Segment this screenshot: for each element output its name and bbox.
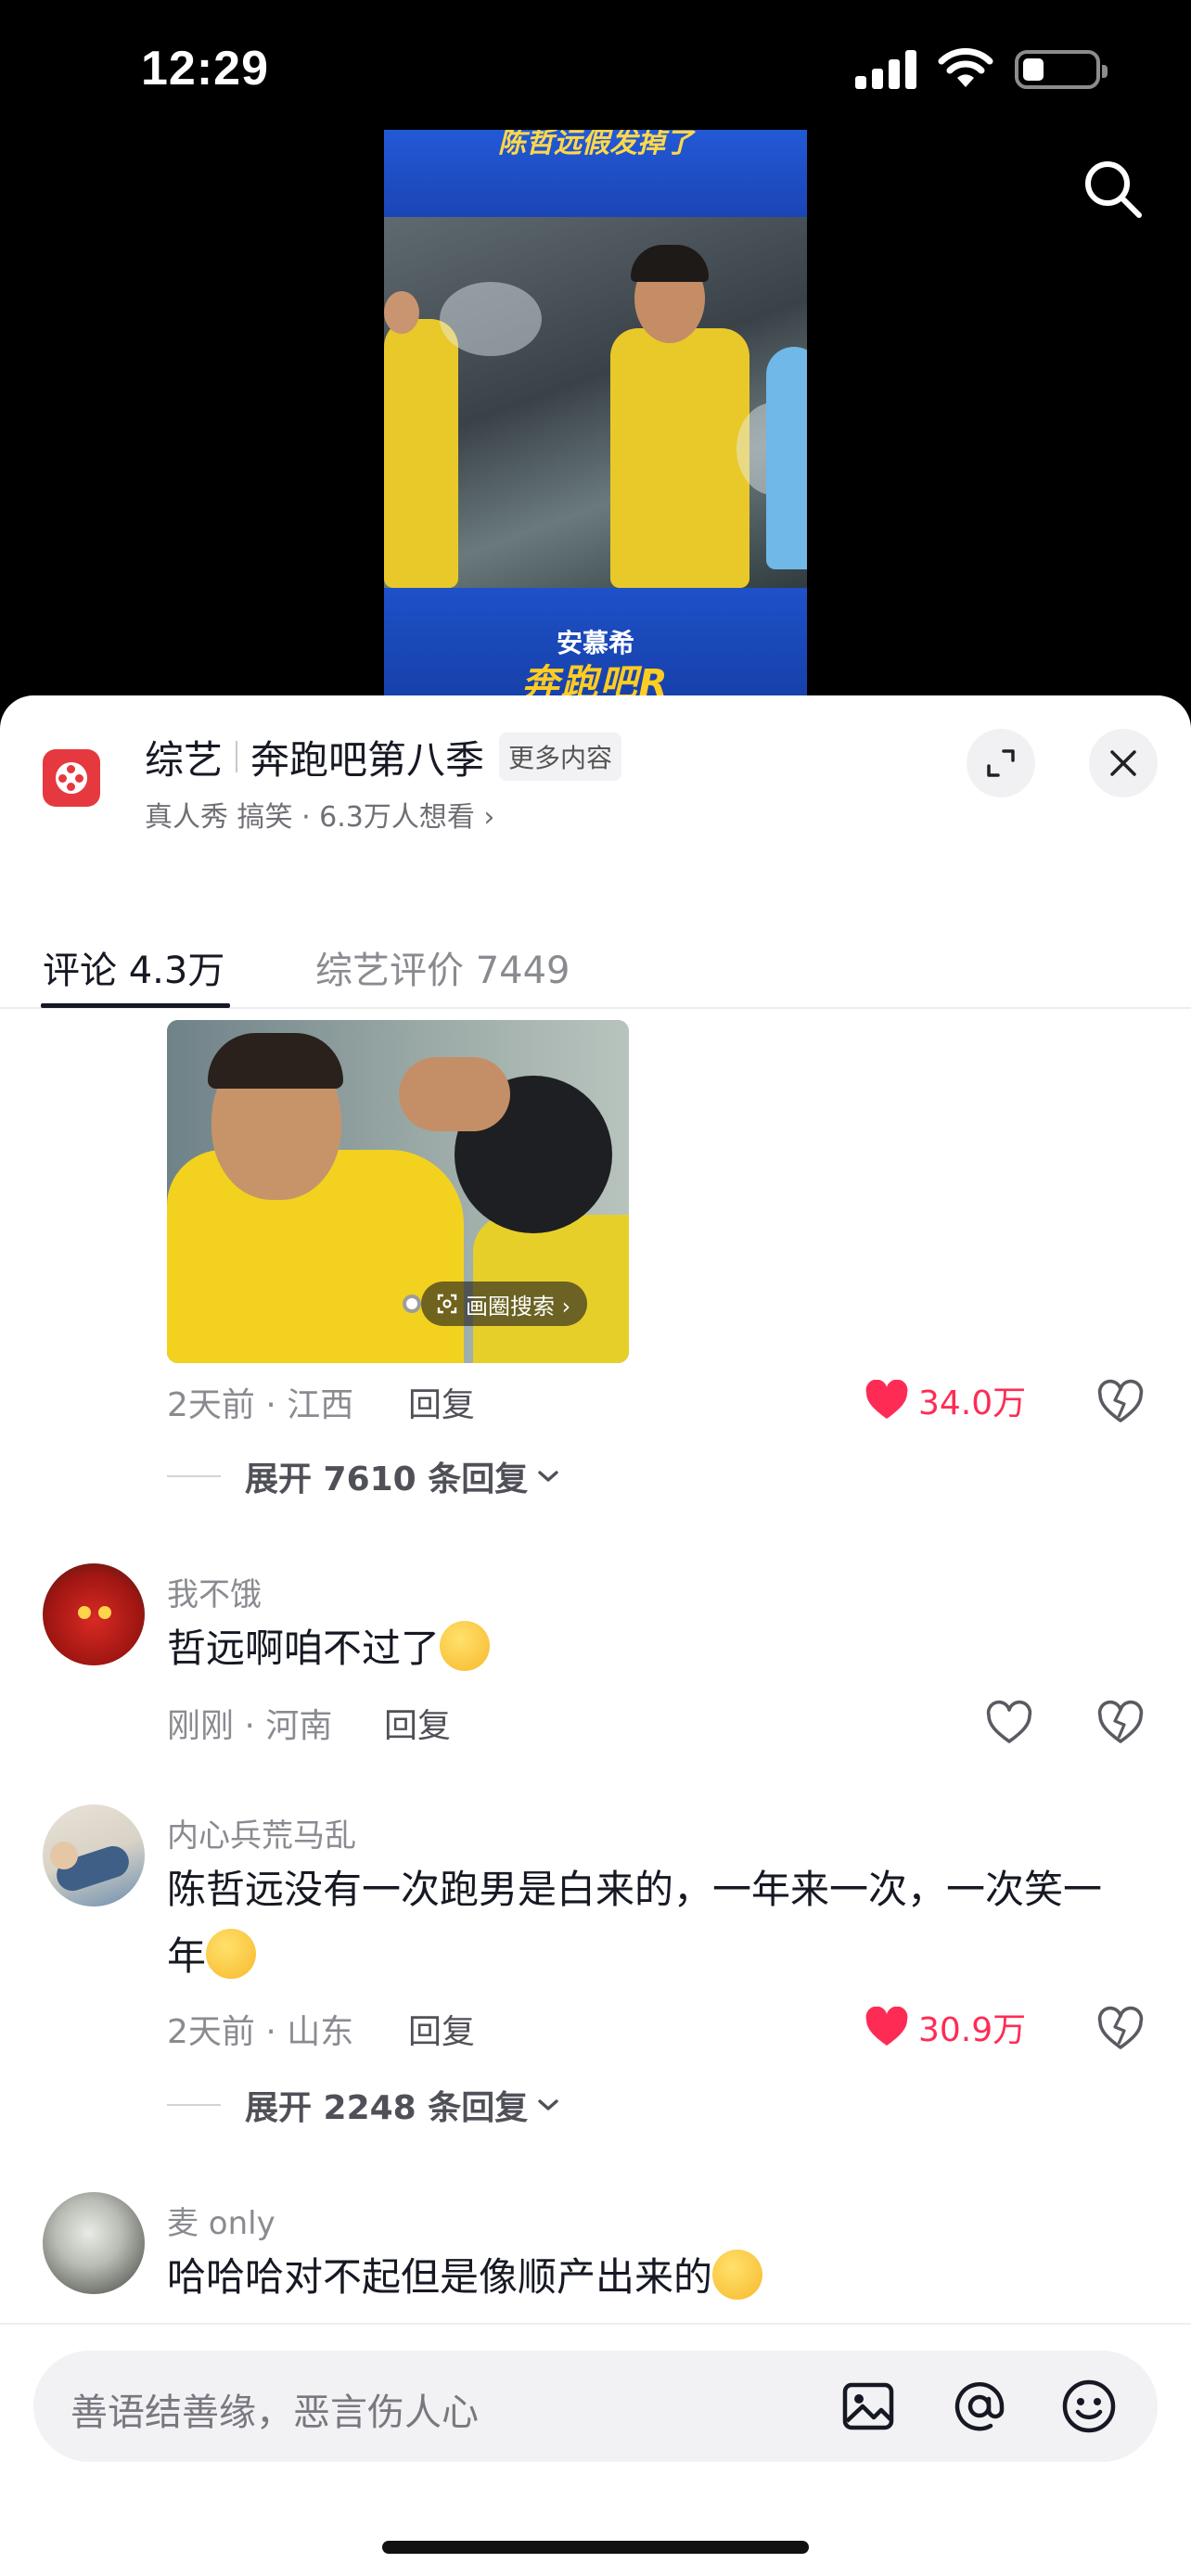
video-player[interactable]: 陈哲远假发掉了 安慕希 奔跑吧R	[384, 130, 807, 705]
comment-input-placeholder: 善语结善缘，恶言伤人心	[70, 2391, 479, 2434]
comment-text: 陈哲远没有一次跑男是白来的，一年来一次，一次笑一年	[167, 1867, 1103, 1979]
comment-meta: 2天前 · 江西	[167, 1386, 354, 1424]
comment-username[interactable]: 我不饿	[167, 1569, 262, 1614]
like-button[interactable]: 30.9万	[864, 2003, 1026, 2051]
at-icon[interactable]	[950, 2377, 1009, 2436]
thinking-face-emoji-icon	[206, 1929, 257, 1979]
active-tab-indicator	[41, 1003, 230, 1008]
broken-heart-icon[interactable]	[1096, 1378, 1145, 1426]
circle-search-button[interactable]: 画圈搜索 ›	[421, 1282, 588, 1326]
video-top-banner: 陈哲远假发掉了	[384, 130, 807, 217]
comment-meta: 刚刚 · 河南	[167, 1707, 333, 1745]
comment-input[interactable]: 善语结善缘，恶言伤人心	[33, 2351, 1158, 2462]
expand-replies-label: 展开 7610 条回复	[245, 1460, 529, 1498]
show-title-row[interactable]: 综艺 奔跑吧第八季 更多内容	[145, 729, 622, 784]
tab-comments[interactable]: 评论 4.3万	[43, 940, 224, 994]
comment-input-bar: 善语结善缘，恶言伤人心	[0, 2323, 1191, 2576]
film-reel-icon	[43, 749, 100, 807]
comment-text: 哈哈哈对不起但是像顺产出来的	[167, 2244, 1132, 2311]
search-icon[interactable]	[1080, 156, 1146, 223]
expand-replies-button[interactable]: 展开 7610 条回复	[167, 1452, 561, 1500]
crying-face-emoji-icon	[440, 1621, 491, 1671]
video-caption: 陈哲远假发掉了	[498, 130, 693, 159]
video-bottom-banner: 安慕希 奔跑吧R	[384, 588, 807, 705]
like-button[interactable]: 34.0万	[864, 1376, 1026, 1424]
title-divider	[236, 741, 238, 772]
tab-bar: 评论 4.3万 综艺评价 7449	[0, 911, 1191, 1009]
reply-button[interactable]: 回复	[384, 1699, 451, 1747]
status-time: 12:29	[141, 42, 269, 96]
comment-image[interactable]: 画圈搜索 ›	[167, 1020, 629, 1363]
tab-show-reviews[interactable]: 综艺评价 7449	[315, 940, 570, 994]
category-label: 综艺	[145, 736, 224, 783]
image-indicator-dot	[403, 1294, 421, 1313]
emoji-icon[interactable]	[1059, 2377, 1119, 2436]
expand-replies-button[interactable]: 展开 2248 条回复	[167, 2081, 561, 2129]
heart-icon	[865, 1380, 908, 1419]
cellular-signal-icon	[855, 48, 918, 89]
more-content-button[interactable]: 更多内容	[499, 733, 622, 781]
reply-button[interactable]: 回复	[408, 2005, 475, 2053]
battery-icon	[1015, 50, 1108, 89]
show-title: 奔跑吧第八季	[250, 736, 485, 783]
comment-text: 哲远啊咱不过了	[167, 1615, 1132, 1682]
circle-search-label: 画圈搜索 ›	[466, 1293, 571, 1320]
broken-heart-icon[interactable]	[1096, 1699, 1145, 1747]
comment-meta: 2天前 · 山东	[167, 2013, 354, 2051]
heart-icon	[865, 2007, 908, 2046]
avatar[interactable]	[43, 1563, 145, 1665]
heart-icon[interactable]	[985, 1699, 1033, 1747]
expand-replies-label: 展开 2248 条回复	[245, 2089, 529, 2127]
show-subtitle[interactable]: 真人秀 搞笑 · 6.3万人想看 ›	[145, 794, 494, 835]
home-indicator[interactable]	[382, 2541, 809, 2554]
comments-sheet: 综艺 奔跑吧第八季 更多内容 真人秀 搞笑 · 6.3万人想看 › 评论 4.3…	[0, 695, 1191, 2576]
show-header: 综艺 奔跑吧第八季 更多内容 真人秀 搞笑 · 6.3万人想看 ›	[0, 695, 1191, 835]
comment-username[interactable]: 内心兵荒马乱	[167, 1810, 356, 1855]
status-bar: 12:29	[0, 0, 1191, 139]
scan-icon	[437, 1294, 457, 1314]
avatar[interactable]	[43, 1804, 145, 1906]
like-count: 30.9万	[918, 2011, 1027, 2049]
close-icon	[1110, 750, 1136, 776]
expand-icon	[987, 749, 1015, 777]
like-count: 34.0万	[918, 1384, 1027, 1422]
avatar[interactable]	[43, 2192, 145, 2294]
wifi-icon	[938, 47, 993, 87]
chevron-down-icon	[538, 1471, 558, 1482]
reply-button[interactable]: 回复	[408, 1378, 475, 1426]
close-button[interactable]	[1089, 729, 1158, 797]
video-scene	[384, 217, 807, 588]
broken-heart-icon[interactable]	[1096, 2005, 1145, 2053]
pleading-face-emoji-icon	[712, 2250, 763, 2300]
expand-button[interactable]	[967, 729, 1035, 797]
image-icon[interactable]	[839, 2377, 898, 2436]
chevron-down-icon	[538, 2099, 558, 2111]
comment-username[interactable]: 麦 only	[167, 2198, 275, 2243]
